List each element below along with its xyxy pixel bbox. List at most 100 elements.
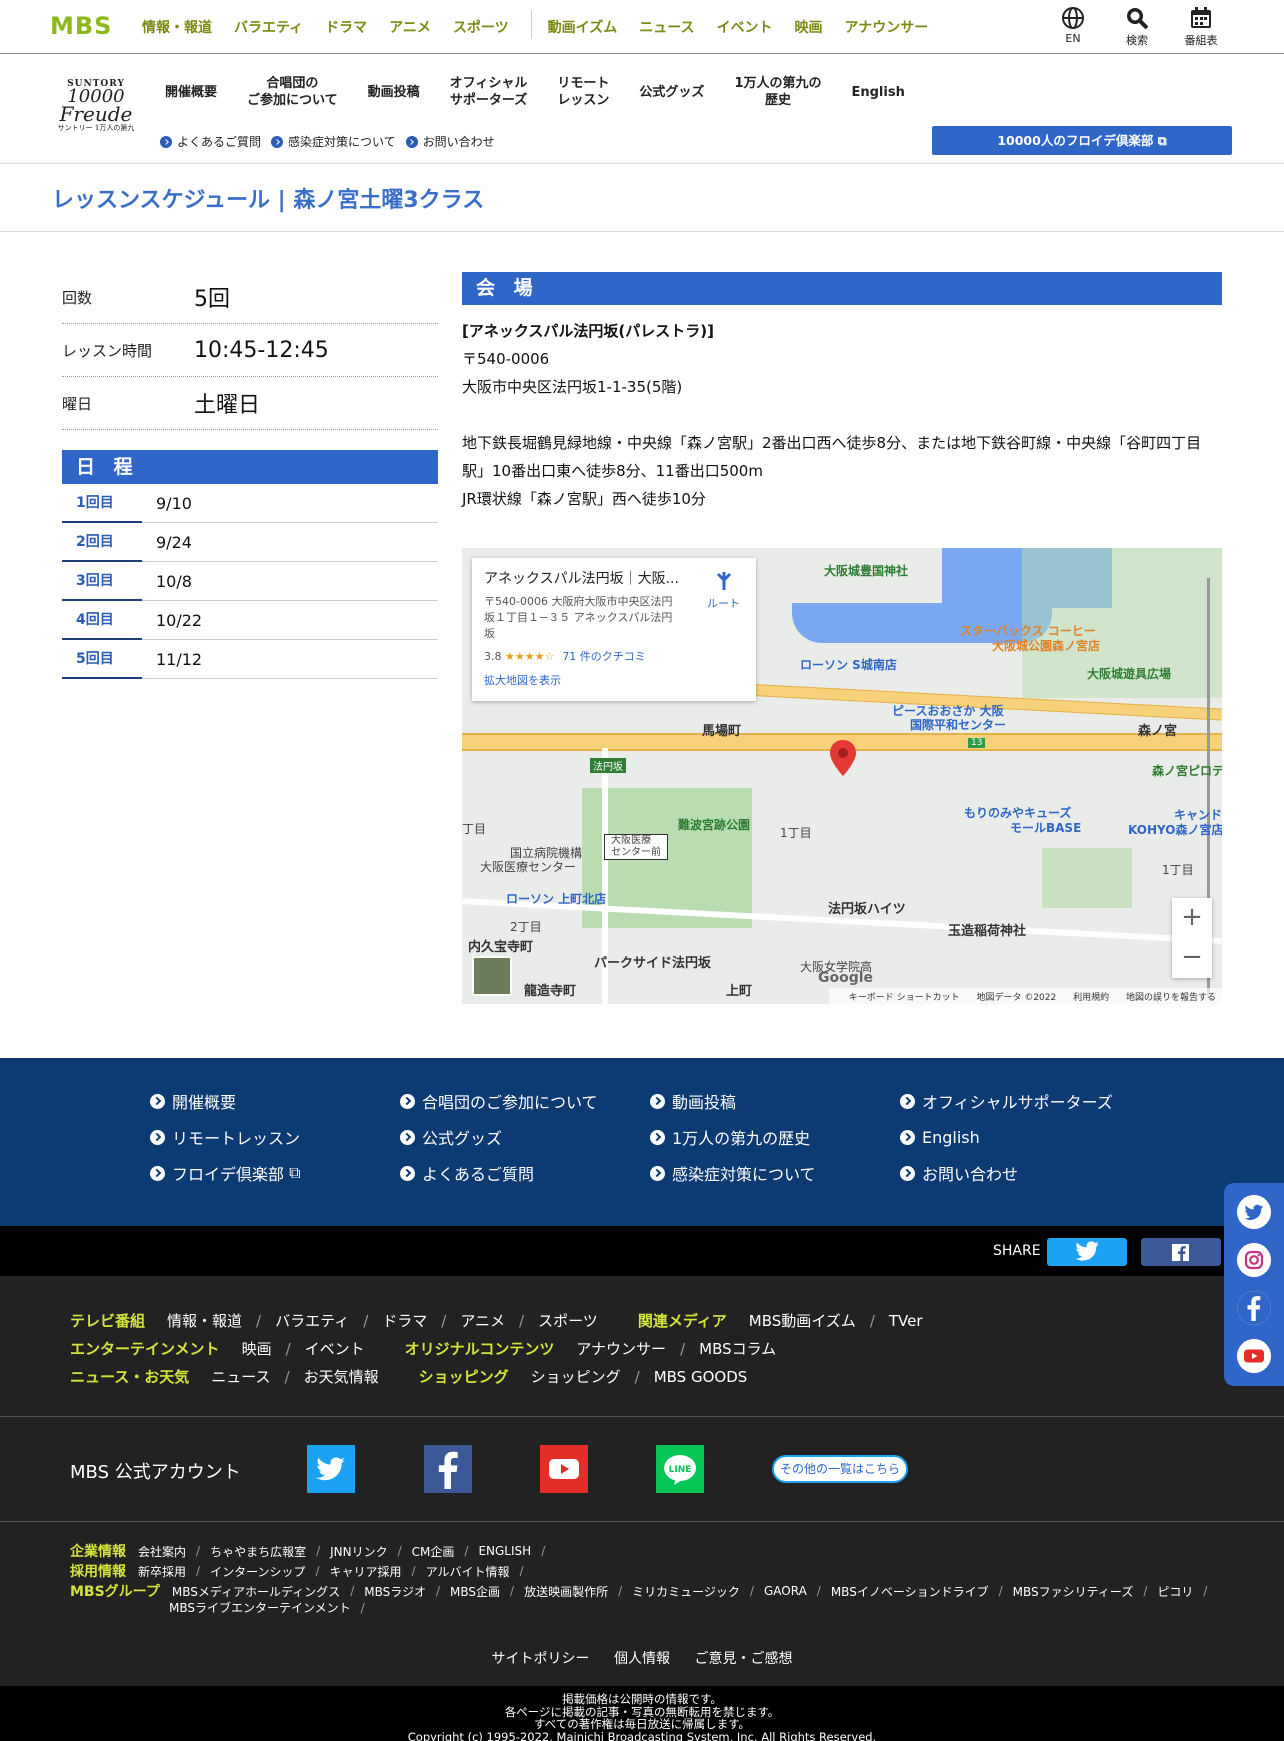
footer-link[interactable]: ドラマ <box>382 1310 427 1331</box>
youtube-icon[interactable] <box>1237 1339 1271 1373</box>
freude-logo[interactable]: SUNTORY 10000 Freude サントリー 1万人の第九 <box>50 79 142 135</box>
footer-link[interactable]: イベント <box>305 1338 365 1359</box>
footer-link[interactable]: MBSメディアホールディングス <box>172 1583 340 1600</box>
subnav-contact[interactable]: お問い合わせ <box>405 133 495 150</box>
route-button[interactable]: ルート <box>707 570 740 611</box>
footer-nav-item[interactable]: よくあるご質問 <box>400 1162 650 1184</box>
keyboard-shortcuts-link[interactable]: キーボード ショートカット <box>849 993 960 1003</box>
footer-nav-item[interactable]: オフィシャルサポーターズ <box>900 1090 1150 1112</box>
reviews-link[interactable]: 71 件のクチコミ <box>562 650 646 663</box>
footer-nav-item[interactable]: 動画投稿 <box>650 1090 900 1112</box>
fnav-video[interactable]: 動画投稿 <box>353 84 435 101</box>
footer-link[interactable]: 放送映画製作所 <box>524 1583 608 1600</box>
footer-link[interactable]: アナウンサー <box>576 1338 666 1359</box>
footer-nav-item[interactable]: フロイデ倶楽部 ⧉ <box>150 1162 400 1184</box>
fnav-overview[interactable]: 開催概要 <box>150 84 232 101</box>
nav-movie[interactable]: 映画 <box>795 17 823 39</box>
feedback-link[interactable]: ご意見・ご感想 <box>694 1651 792 1667</box>
map-pin-icon[interactable] <box>830 740 856 776</box>
footer-nav-item[interactable]: 公式グッズ <box>400 1126 650 1148</box>
footer-link[interactable]: CM企画 <box>412 1543 455 1560</box>
nav-douga-ism[interactable]: 動画イズム <box>548 17 618 39</box>
footer-link[interactable]: GAORA <box>764 1584 807 1598</box>
facebook-icon[interactable] <box>424 1445 472 1493</box>
fnav-participation[interactable]: 合唱団の ご参加について <box>232 75 353 109</box>
footer-link[interactable]: お天気情報 <box>304 1366 379 1387</box>
footer-link[interactable]: 新卒採用 <box>138 1563 186 1580</box>
footer-nav-item[interactable]: 感染症対策について <box>650 1162 900 1184</box>
nav-variety[interactable]: バラエティ <box>234 17 303 39</box>
footer-link[interactable]: 映画 <box>242 1338 272 1359</box>
footer-link[interactable]: MBSコラム <box>699 1338 776 1359</box>
footer-nav-item[interactable]: 1万人の第九の歴史 <box>650 1126 900 1148</box>
footer-nav-item[interactable]: リモートレッスン <box>150 1126 400 1148</box>
footer-divider <box>0 1521 1284 1522</box>
footer-link[interactable]: ENGLISH <box>478 1544 531 1558</box>
fnav-english[interactable]: English <box>836 84 919 101</box>
fnav-history[interactable]: 1万人の第九の 歴史 <box>719 75 836 109</box>
search-button[interactable]: 検索 <box>1116 6 1158 48</box>
schedule-row: 5回目 11/12 <box>62 640 438 679</box>
fnav-remote[interactable]: リモート レッスン <box>542 75 624 109</box>
more-accounts-button[interactable]: その他の一覧はこちら <box>772 1455 908 1483</box>
site-policy-link[interactable]: サイトポリシー <box>492 1651 590 1667</box>
twitter-icon[interactable] <box>307 1445 355 1493</box>
footer-link[interactable]: インターンシップ <box>210 1563 305 1580</box>
facebook-icon[interactable] <box>1237 1291 1271 1325</box>
nav-newsroom[interactable]: ニュース <box>639 17 694 39</box>
terms-link[interactable]: 利用規約 <box>1073 993 1109 1003</box>
nav-drama[interactable]: ドラマ <box>325 17 367 39</box>
privacy-link[interactable]: 個人情報 <box>614 1651 670 1667</box>
nav-sports[interactable]: スポーツ <box>453 17 509 39</box>
footer-link[interactable]: MBS GOODS <box>654 1368 748 1386</box>
footer-link[interactable]: ショッピング <box>531 1366 621 1387</box>
footer-link[interactable]: バラエティ <box>275 1310 349 1331</box>
instagram-icon[interactable] <box>1237 1243 1271 1277</box>
footer-link[interactable]: アルバイト情報 <box>426 1563 510 1580</box>
nav-event[interactable]: イベント <box>717 17 773 39</box>
footer-link[interactable]: 情報・報道 <box>167 1310 242 1331</box>
footer-link[interactable]: アニメ <box>460 1310 505 1331</box>
zoom-in-button[interactable]: + <box>1172 898 1212 938</box>
footer-link[interactable]: MBSイノベーションドライブ <box>831 1583 989 1600</box>
satellite-toggle[interactable] <box>472 956 512 996</box>
footer-nav-item[interactable]: 開催概要 <box>150 1090 400 1112</box>
footer-link[interactable]: MBSラジオ <box>364 1583 426 1600</box>
share-twitter-button[interactable] <box>1047 1238 1127 1266</box>
footer-link[interactable]: 会社案内 <box>138 1543 186 1560</box>
footer-link[interactable]: ピコリ <box>1157 1583 1193 1600</box>
google-map[interactable]: アネックスパル法円坂｜大阪... 〒540-0006 大阪府大阪市中央区法円坂１… <box>462 548 1222 1004</box>
footer-link[interactable]: ニュース <box>211 1366 270 1387</box>
footer-link[interactable]: TVer <box>889 1312 923 1330</box>
footer-link[interactable]: キャリア採用 <box>330 1563 402 1580</box>
footer-link[interactable]: MBS動画イズム <box>749 1310 856 1331</box>
mbs-logo[interactable]: MBS <box>50 14 120 38</box>
club-button[interactable]: 10000人のフロイデ倶楽部 ⧉ <box>932 126 1232 155</box>
nav-news[interactable]: 情報・報道 <box>142 17 212 39</box>
report-error-link[interactable]: 地図の誤りを報告する <box>1126 993 1216 1003</box>
footer-link[interactable]: MBS企画 <box>450 1583 500 1600</box>
footer-link[interactable]: JNNリンク <box>330 1543 388 1560</box>
line-icon[interactable]: LINE <box>656 1445 704 1493</box>
nav-anime[interactable]: アニメ <box>389 17 431 39</box>
share-facebook-button[interactable] <box>1141 1238 1221 1266</box>
subnav-infection[interactable]: 感染症対策について <box>271 133 396 150</box>
fnav-supporters[interactable]: オフィシャル サポーターズ <box>435 75 543 109</box>
footer-link[interactable]: MBSファシリティーズ <box>1013 1583 1134 1600</box>
zoom-out-button[interactable]: − <box>1172 938 1212 978</box>
footer-nav-item[interactable]: お問い合わせ <box>900 1162 1150 1184</box>
subnav-faq[interactable]: よくあるご質問 <box>160 133 261 150</box>
footer-nav-item[interactable]: English <box>900 1126 1150 1148</box>
fnav-goods[interactable]: 公式グッズ <box>624 84 719 101</box>
language-button[interactable]: EN <box>1052 6 1094 48</box>
footer-nav-item[interactable]: 合唱団のご参加について <box>400 1090 650 1112</box>
larger-map-link[interactable]: 拡大地図を表示 <box>484 672 744 688</box>
footer-link[interactable]: MBSライブエンターテインメント <box>169 1599 351 1616</box>
nav-announcer[interactable]: アナウンサー <box>845 17 929 39</box>
footer-link[interactable]: スポーツ <box>538 1310 598 1331</box>
youtube-icon[interactable] <box>540 1445 588 1493</box>
footer-link[interactable]: ミリカミュージック <box>632 1583 740 1600</box>
footer-link[interactable]: ちゃやまち広報室 <box>210 1543 306 1560</box>
schedule-button[interactable]: 番組表 <box>1180 6 1222 48</box>
twitter-icon[interactable] <box>1237 1195 1271 1229</box>
